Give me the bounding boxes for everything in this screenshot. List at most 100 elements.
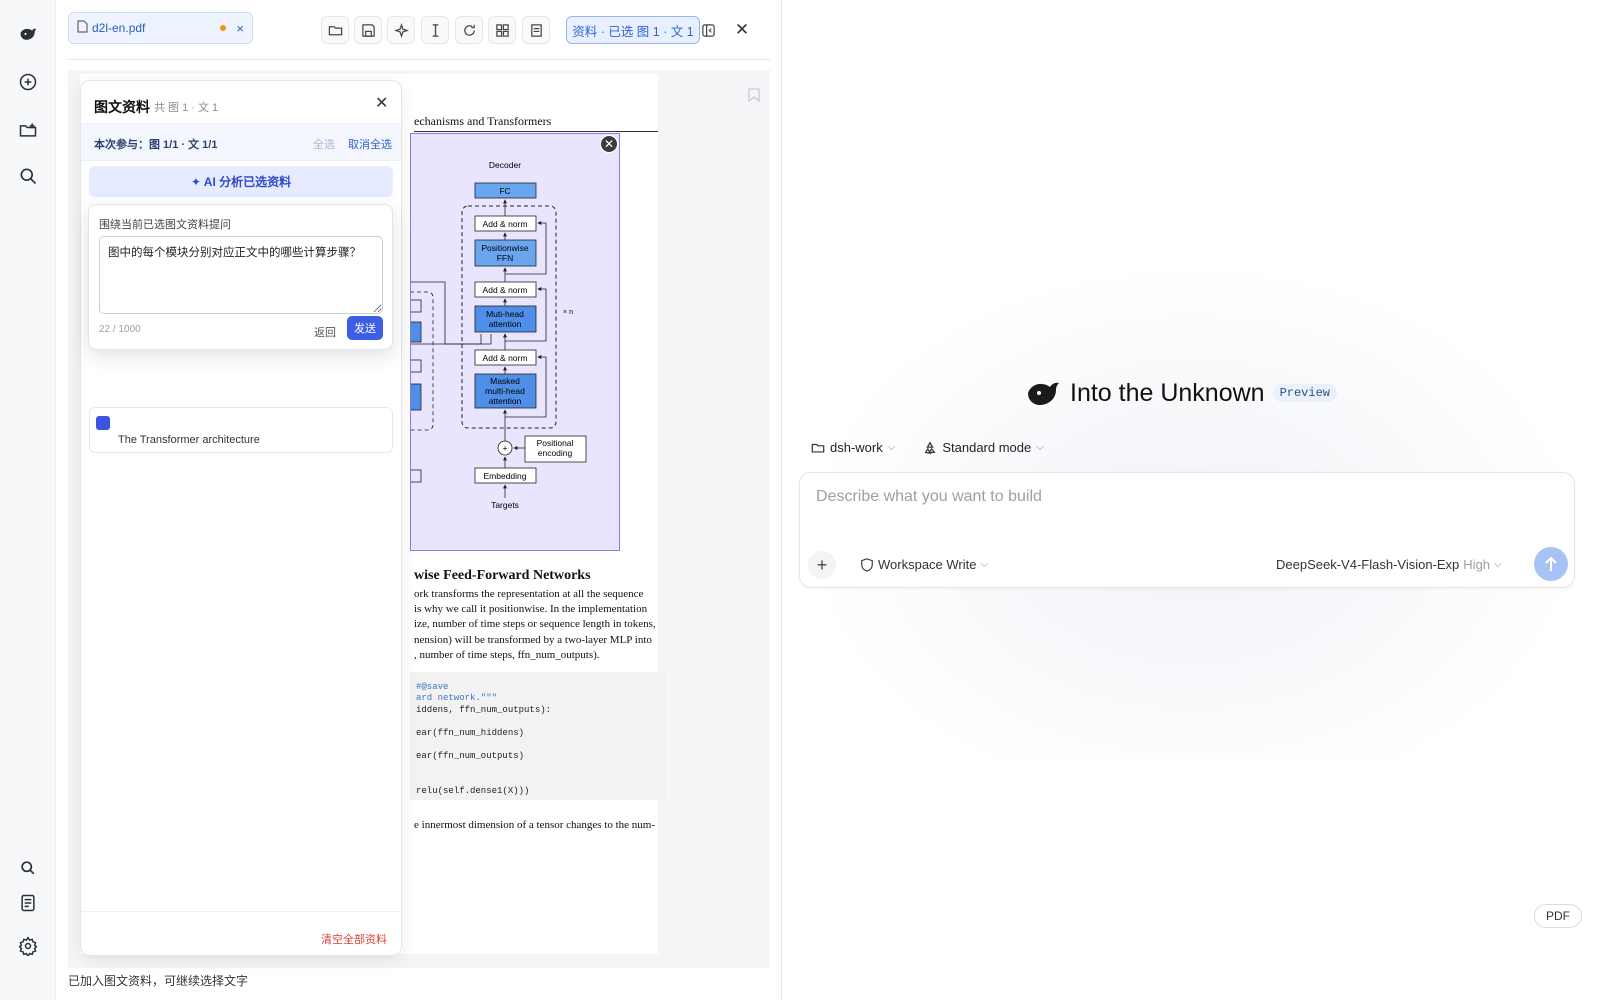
open-folder-button[interactable]: [321, 16, 349, 44]
recycle-icon: [924, 441, 936, 454]
grid-view-button[interactable]: [488, 16, 516, 44]
text-select-button[interactable]: [421, 16, 449, 44]
code-line: relu(self.dense1(X))): [416, 786, 530, 796]
running-head: echanisms and Transformers: [414, 114, 552, 128]
refresh-button[interactable]: [455, 16, 483, 44]
hero-title: Into the Unknown Preview: [1026, 378, 1337, 408]
section-paragraph-2: e innermost dimension of a tensor change…: [414, 819, 656, 831]
masked-label-2: multi-head: [485, 386, 525, 396]
chevron-down-icon: ⌵: [1494, 559, 1502, 570]
save-icon: [361, 23, 375, 37]
folder-icon: [811, 443, 825, 453]
save-button[interactable]: [354, 16, 382, 44]
document-view-button[interactable]: [522, 16, 550, 44]
ffn-label-2: FFN: [497, 253, 514, 263]
para-line: ork transforms the representation at all…: [414, 588, 644, 600]
status-bar: 已加入图文资料，可继续选择文字: [68, 974, 249, 988]
section-title: wise Feed-Forward Networks: [414, 568, 591, 583]
deselect-all-button[interactable]: 取消全选: [348, 136, 392, 152]
back-button[interactable]: 返回: [314, 324, 336, 340]
material-item[interactable]: The Transformer architecture: [89, 407, 393, 453]
fc-label: FC: [499, 186, 510, 196]
new-chat-icon[interactable]: [16, 70, 40, 94]
embedding-label: Embedding: [483, 471, 526, 481]
ai-analyze-button[interactable]: ✦ AI 分析已选资料: [89, 166, 393, 197]
prompt-composer: + Workspace Write ⌵ DeepSeek-V4-Flash-Vi…: [799, 472, 1575, 588]
materials-selection-bar: 本次参与：图 1/1 · 文 1/1 全选 取消全选: [81, 123, 401, 161]
clear-all-button[interactable]: 清空全部资料: [321, 931, 387, 947]
question-input[interactable]: 图中的每个模块分别对应正文中的哪些计算步骤？: [99, 236, 383, 314]
figure-selection-box[interactable]: Decoder FC Add & norm Positionwise FFN A…: [390, 133, 620, 551]
shield-icon: [861, 557, 873, 572]
document-icon[interactable]: [16, 891, 40, 915]
chevron-down-icon: ⌵: [980, 559, 989, 570]
pos-label-1: Positional: [537, 438, 574, 448]
add-norm-label-3: Add & norm: [483, 219, 528, 229]
question-popup: 围绕当前已选图文资料提问 图中的每个模块分别对应正文中的哪些计算步骤？ 22 /…: [88, 204, 393, 350]
app-root: d2l-en.pdf × 资料 · 已选 图 1 · 文 1 ✕ echanis…: [0, 0, 1600, 1000]
chat-options: dsh-work ⌵ Standard mode ⌵: [811, 440, 1044, 455]
settings-icon[interactable]: [16, 934, 40, 958]
send-question-button[interactable]: 发送: [347, 316, 383, 340]
chat-area: Into the Unknown Preview dsh-work ⌵ Stan…: [783, 0, 1600, 1000]
targets-label: Targets: [491, 500, 519, 510]
search-small-icon[interactable]: [16, 856, 40, 880]
whale-logo-icon: [1028, 382, 1059, 405]
material-caption: The Transformer architecture: [118, 434, 260, 446]
logo-whale-icon[interactable]: [16, 22, 40, 46]
participation-label: 本次参与：图 1/1 · 文 1/1: [94, 139, 218, 151]
workspace-selector[interactable]: dsh-work ⌵: [811, 440, 895, 455]
code-line: ear(ffn_num_outputs): [416, 751, 525, 761]
masked-label-3: attention: [489, 396, 522, 406]
code-line: ard network.""": [416, 693, 498, 703]
model-selector[interactable]: DeepSeek-V4-Flash-Vision-Exp High ⌵: [1276, 557, 1502, 572]
file-tab-close-button[interactable]: ×: [236, 21, 244, 36]
add-norm-label-2: Add & norm: [483, 285, 528, 295]
masked-label-1: Masked: [490, 376, 520, 386]
para-line: is why we call it positionwise. In the i…: [414, 603, 648, 616]
refresh-icon: [463, 24, 475, 36]
select-all-button[interactable]: 全选: [313, 136, 335, 152]
section-paragraph[interactable]: ork transforms the representation at all…: [414, 587, 660, 663]
close-panel-button[interactable]: ✕: [728, 16, 756, 44]
prompt-input[interactable]: [800, 485, 1540, 509]
materials-count: 共 图 1 · 文 1: [154, 102, 219, 114]
search-icon[interactable]: [16, 164, 40, 188]
icon-rail: [0, 0, 56, 1000]
selection-chip[interactable]: 资料 · 已选 图 1 · 文 1: [566, 16, 700, 44]
send-button[interactable]: [1534, 547, 1568, 581]
file-icon: [77, 20, 88, 36]
code-line: ear(ffn_num_hiddens): [416, 728, 525, 738]
para-line: ize, number of time steps or sequence le…: [414, 618, 656, 631]
page-icon: [530, 23, 542, 37]
char-counter: 22 / 1000: [99, 324, 141, 335]
file-tab[interactable]: d2l-en.pdf ×: [68, 12, 253, 44]
mha-label-2: attention: [489, 319, 522, 329]
file-tab-name: d2l-en.pdf: [92, 21, 146, 35]
toolbar-divider: [68, 59, 770, 60]
repeat-n-label: × n: [563, 309, 573, 316]
code-block[interactable]: #@save ard network.""" iddens, ffn_num_o…: [410, 672, 666, 800]
question-label: 围绕当前已选图文资料提问: [99, 219, 231, 231]
header-rule: [414, 131, 658, 132]
pdf-toggle-button[interactable]: PDF: [1534, 904, 1582, 928]
chevron-down-icon: ⌵: [887, 442, 896, 453]
material-checkbox[interactable]: [96, 416, 110, 430]
collapse-panel-button[interactable]: [694, 16, 722, 44]
encoder-fragment: [390, 291, 434, 483]
preview-badge: Preview: [1272, 384, 1337, 402]
permission-selector[interactable]: Workspace Write ⌵: [860, 557, 988, 572]
mode-selector[interactable]: Standard mode ⌵: [923, 440, 1044, 455]
para-line: , number of time steps, ffn_num_outputs)…: [414, 648, 600, 661]
materials-title: 图文资料: [94, 99, 150, 115]
code-line: iddens, ffn_num_outputs):: [416, 705, 552, 715]
ai-sparkle-button[interactable]: [387, 16, 415, 44]
attach-button[interactable]: +: [808, 551, 836, 579]
new-folder-icon[interactable]: [16, 118, 40, 142]
para-line: nension) will be transformed by a two-la…: [414, 633, 652, 646]
figure-remove-button[interactable]: ✕: [600, 135, 618, 153]
materials-footer-divider: [81, 911, 401, 912]
materials-close-button[interactable]: ✕: [375, 93, 388, 113]
unsaved-dot: [220, 25, 227, 31]
bookmark-icon[interactable]: [748, 88, 760, 107]
